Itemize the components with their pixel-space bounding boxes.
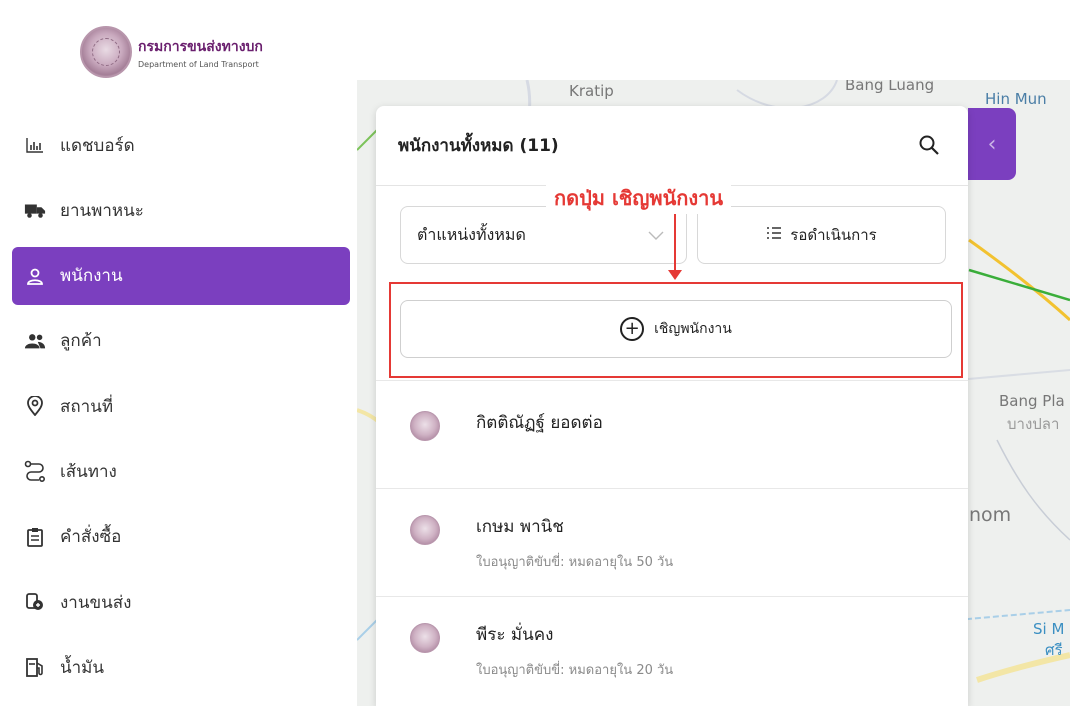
sidebar-item-places[interactable]: สถานที่ bbox=[12, 377, 350, 435]
sidebar-item-label: ลูกค้า bbox=[60, 331, 102, 352]
sidebar-item-label: งานขนส่ง bbox=[60, 592, 132, 613]
user-icon bbox=[24, 265, 46, 287]
map-label: ศรี bbox=[1045, 641, 1063, 659]
brand-name-th: กรมการขนส่งทางบก bbox=[138, 38, 263, 55]
seal-icon bbox=[80, 26, 132, 78]
annotation-highlight-box bbox=[389, 282, 963, 378]
map-label: Bang Luang bbox=[845, 80, 935, 94]
position-filter-select[interactable]: ตำแหน่งทั้งหมด bbox=[400, 206, 687, 264]
list-icon bbox=[766, 226, 782, 244]
sidebar-item-dashboard[interactable]: แดชบอร์ด bbox=[12, 116, 350, 174]
annotation-arrow bbox=[674, 208, 676, 274]
license-status: ใบอนุญาติขับขี่: หมดอายุใน 50 วัน bbox=[476, 555, 674, 570]
route-icon bbox=[24, 460, 46, 483]
position-filter-value: ตำแหน่งทั้งหมด bbox=[417, 224, 526, 244]
map-label: Bang Pla bbox=[999, 392, 1065, 410]
sidebar-item-orders[interactable]: คำสั่งซื้อ bbox=[12, 508, 350, 566]
filter-bar: ตำแหน่งทั้งหมด รอดำเนินการ bbox=[400, 206, 946, 264]
employee-name: เกษม พานิช bbox=[476, 517, 564, 537]
brand-name-en: Department of Land Transport bbox=[138, 59, 259, 69]
list-item[interactable]: เกษม พานิช ใบอนุญาติขับขี่: หมดอายุใน 50… bbox=[376, 488, 968, 596]
sidebar-item-deliveries[interactable]: งานขนส่ง bbox=[12, 573, 350, 631]
map-label: Hin Mun bbox=[985, 90, 1047, 108]
sidebar-item-label: น้ำมัน bbox=[60, 657, 104, 678]
panel-header: พนักงานทั้งหมด (11) bbox=[376, 106, 968, 186]
sidebar-item-label: พนักงาน bbox=[60, 266, 123, 287]
bar-chart-icon bbox=[24, 134, 46, 156]
employee-name: พีระ มั่นคง bbox=[476, 625, 554, 645]
chevron-down-icon bbox=[648, 226, 664, 245]
delivery-icon bbox=[24, 591, 46, 613]
status-filter-button[interactable]: รอดำเนินการ bbox=[697, 206, 946, 264]
users-icon bbox=[24, 330, 46, 352]
sidebar-nav: แดชบอร์ด ยานพาหนะ พนักงาน ลูกค้า สถานที่… bbox=[12, 116, 350, 704]
panel-title: พนักงานทั้งหมด (11) bbox=[398, 136, 559, 156]
map-label: nom bbox=[969, 504, 1012, 526]
truck-icon bbox=[24, 199, 46, 221]
brand-logo: กรมการขนส่งทางบก Department of Land Tran… bbox=[80, 26, 263, 78]
avatar bbox=[410, 515, 440, 545]
employee-name: กิตติณัฏฐ์ ยอดต่อ bbox=[476, 413, 603, 433]
map-label: บางปลา bbox=[1007, 415, 1060, 433]
sidebar-item-label: สถานที่ bbox=[60, 396, 114, 417]
sidebar-item-customers[interactable]: ลูกค้า bbox=[12, 312, 350, 370]
avatar bbox=[410, 623, 440, 653]
list-item[interactable]: กิตติณัฏฐ์ ยอดต่อ bbox=[376, 380, 968, 488]
annotation-text: กดปุ่ม เชิญพนักงาน bbox=[546, 182, 732, 214]
sidebar-item-label: เส้นทาง bbox=[60, 461, 117, 482]
sidebar-item-label: คำสั่งซื้อ bbox=[60, 527, 122, 548]
list-item[interactable]: พีระ มั่นคง ใบอนุญาติขับขี่: หมดอายุใน 2… bbox=[376, 596, 968, 706]
fuel-icon bbox=[24, 656, 46, 678]
sidebar-item-label: ยานพาหนะ bbox=[60, 200, 144, 221]
annotation-arrow-head bbox=[668, 270, 682, 280]
sidebar-item-employees[interactable]: พนักงาน bbox=[12, 246, 350, 305]
sidebar-item-vehicles[interactable]: ยานพาหนะ bbox=[12, 181, 350, 239]
status-filter-label: รอดำเนินการ bbox=[790, 226, 877, 244]
sidebar-item-fuel[interactable]: น้ำมัน bbox=[12, 638, 350, 696]
clipboard-icon bbox=[24, 526, 46, 548]
avatar bbox=[410, 411, 440, 441]
chevron-left-icon: ‹ bbox=[987, 131, 997, 157]
search-icon[interactable] bbox=[918, 134, 942, 158]
map-label: Kratip bbox=[569, 82, 614, 100]
license-status: ใบอนุญาติขับขี่: หมดอายุใน 20 วัน bbox=[476, 663, 674, 678]
sidebar-item-label: แดชบอร์ด bbox=[60, 135, 135, 156]
collapse-panel-button[interactable]: ‹ bbox=[968, 108, 1016, 180]
sidebar-item-routes[interactable]: เส้นทาง bbox=[12, 442, 350, 500]
map-label: Si M bbox=[1033, 620, 1065, 638]
location-pin-icon bbox=[24, 395, 46, 417]
